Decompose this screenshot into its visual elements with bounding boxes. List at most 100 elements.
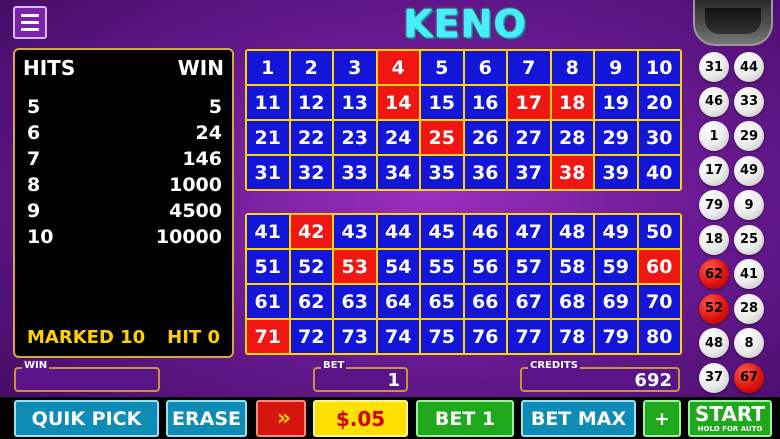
number-cell[interactable]: 63 bbox=[334, 285, 376, 318]
number-cell[interactable]: 47 bbox=[508, 215, 550, 248]
number-cell[interactable]: 52 bbox=[290, 250, 332, 283]
bet-max-button[interactable]: BET MAX bbox=[521, 400, 636, 437]
number-cell[interactable]: 74 bbox=[377, 320, 419, 353]
number-cell[interactable]: 80 bbox=[638, 320, 680, 353]
denomination-button[interactable]: $.05 bbox=[313, 400, 408, 437]
number-cell[interactable]: 14 bbox=[377, 86, 419, 119]
number-cell[interactable]: 39 bbox=[595, 156, 637, 189]
number-cell[interactable]: 70 bbox=[638, 285, 680, 318]
number-cell[interactable]: 8 bbox=[551, 51, 593, 84]
drawn-ball: 49 bbox=[734, 155, 764, 186]
number-cell[interactable]: 78 bbox=[551, 320, 593, 353]
number-cell[interactable]: 45 bbox=[421, 215, 463, 248]
number-cell[interactable]: 54 bbox=[377, 250, 419, 283]
number-cell[interactable]: 46 bbox=[464, 215, 506, 248]
number-cell[interactable]: 67 bbox=[508, 285, 550, 318]
start-button[interactable]: START HOLD FOR AUTO bbox=[688, 400, 772, 437]
number-cell[interactable]: 68 bbox=[551, 285, 593, 318]
paytable-rows: 5 5 6 24 7 146 8 1000 9 4500 10 10000 bbox=[27, 94, 222, 250]
number-cell[interactable]: 34 bbox=[377, 156, 419, 189]
speed-button[interactable]: » bbox=[256, 400, 306, 437]
number-cell[interactable]: 32 bbox=[290, 156, 332, 189]
number-cell[interactable]: 43 bbox=[334, 215, 376, 248]
number-cell[interactable]: 1 bbox=[247, 51, 289, 84]
number-cell[interactable]: 24 bbox=[377, 121, 419, 154]
win-field-label: WIN bbox=[22, 360, 50, 372]
drawn-ball: 29 bbox=[734, 121, 764, 151]
number-cell[interactable]: 17 bbox=[508, 86, 550, 119]
number-cell[interactable]: 21 bbox=[247, 121, 289, 154]
number-cell[interactable]: 30 bbox=[638, 121, 680, 154]
number-cell[interactable]: 37 bbox=[508, 156, 550, 189]
number-cell[interactable]: 9 bbox=[595, 51, 637, 84]
bet-field-label: BET bbox=[321, 360, 347, 372]
number-cell[interactable]: 66 bbox=[464, 285, 506, 318]
number-cell[interactable]: 11 bbox=[247, 86, 289, 119]
number-cell[interactable]: 65 bbox=[421, 285, 463, 318]
number-cell[interactable]: 51 bbox=[247, 250, 289, 283]
number-cell[interactable]: 53 bbox=[334, 250, 376, 283]
number-cell[interactable]: 44 bbox=[377, 215, 419, 248]
plus-button[interactable]: + bbox=[643, 400, 681, 437]
number-cell[interactable]: 36 bbox=[464, 156, 506, 189]
number-cell[interactable]: 56 bbox=[464, 250, 506, 283]
number-cell[interactable]: 48 bbox=[551, 215, 593, 248]
number-cell[interactable]: 5 bbox=[421, 51, 463, 84]
number-cell[interactable]: 6 bbox=[464, 51, 506, 84]
number-cell[interactable]: 72 bbox=[290, 320, 332, 353]
number-cell[interactable]: 62 bbox=[290, 285, 332, 318]
drawn-ball: 37 bbox=[699, 362, 729, 393]
keno-logo: KENO bbox=[403, 2, 527, 46]
number-cell[interactable]: 79 bbox=[595, 320, 637, 353]
number-cell[interactable]: 18 bbox=[551, 86, 593, 119]
erase-button[interactable]: ERASE bbox=[166, 400, 247, 437]
paytable-win: 146 bbox=[182, 148, 222, 170]
number-cell[interactable]: 29 bbox=[595, 121, 637, 154]
menu-button[interactable] bbox=[13, 6, 47, 39]
number-cell[interactable]: 40 bbox=[638, 156, 680, 189]
number-cell[interactable]: 2 bbox=[290, 51, 332, 84]
number-cell[interactable]: 23 bbox=[334, 121, 376, 154]
number-cell[interactable]: 26 bbox=[464, 121, 506, 154]
number-cell[interactable]: 4 bbox=[377, 51, 419, 84]
number-cell[interactable]: 38 bbox=[551, 156, 593, 189]
number-cell[interactable]: 3 bbox=[334, 51, 376, 84]
number-cell[interactable]: 7 bbox=[508, 51, 550, 84]
quick-pick-button[interactable]: QUIK PICK bbox=[14, 400, 159, 437]
number-cell[interactable]: 57 bbox=[508, 250, 550, 283]
number-cell[interactable]: 35 bbox=[421, 156, 463, 189]
number-cell[interactable]: 60 bbox=[638, 250, 680, 283]
number-cell[interactable]: 10 bbox=[638, 51, 680, 84]
number-cell[interactable]: 33 bbox=[334, 156, 376, 189]
number-cell[interactable]: 55 bbox=[421, 250, 463, 283]
number-cell[interactable]: 19 bbox=[595, 86, 637, 119]
number-cell[interactable]: 58 bbox=[551, 250, 593, 283]
number-cell[interactable]: 20 bbox=[638, 86, 680, 119]
number-cell[interactable]: 75 bbox=[421, 320, 463, 353]
fast-forward-icon: » bbox=[276, 405, 291, 431]
number-cell[interactable]: 64 bbox=[377, 285, 419, 318]
number-cell[interactable]: 31 bbox=[247, 156, 289, 189]
number-cell[interactable]: 41 bbox=[247, 215, 289, 248]
paytable-hits: 6 bbox=[27, 122, 41, 144]
number-cell[interactable]: 27 bbox=[508, 121, 550, 154]
number-cell[interactable]: 16 bbox=[464, 86, 506, 119]
number-cell[interactable]: 42 bbox=[290, 215, 332, 248]
drawn-ball: 46 bbox=[699, 86, 729, 117]
number-cell[interactable]: 25 bbox=[421, 121, 463, 154]
number-cell[interactable]: 50 bbox=[638, 215, 680, 248]
number-cell[interactable]: 76 bbox=[464, 320, 506, 353]
number-cell[interactable]: 71 bbox=[247, 320, 289, 353]
number-cell[interactable]: 49 bbox=[595, 215, 637, 248]
number-cell[interactable]: 73 bbox=[334, 320, 376, 353]
bet-one-button[interactable]: BET 1 bbox=[416, 400, 514, 437]
number-cell[interactable]: 22 bbox=[290, 121, 332, 154]
number-cell[interactable]: 12 bbox=[290, 86, 332, 119]
number-cell[interactable]: 15 bbox=[421, 86, 463, 119]
number-cell[interactable]: 61 bbox=[247, 285, 289, 318]
number-cell[interactable]: 28 bbox=[551, 121, 593, 154]
number-cell[interactable]: 59 bbox=[595, 250, 637, 283]
number-cell[interactable]: 13 bbox=[334, 86, 376, 119]
number-cell[interactable]: 77 bbox=[508, 320, 550, 353]
number-cell[interactable]: 69 bbox=[595, 285, 637, 318]
